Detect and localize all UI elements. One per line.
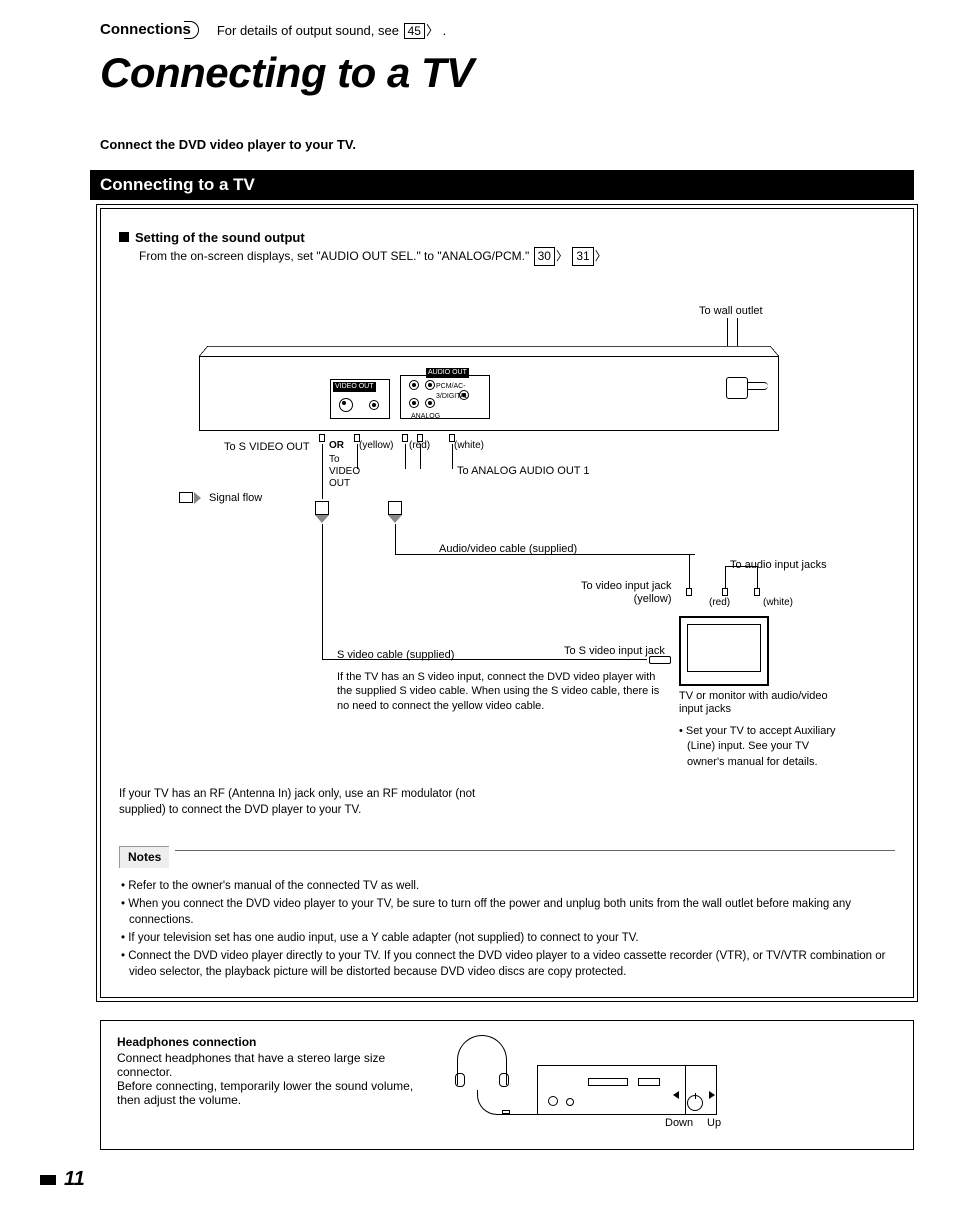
main-diagram-box: Setting of the sound output From the on-… bbox=[100, 208, 914, 998]
up-label: Up bbox=[707, 1117, 721, 1129]
page-ref-45: 45 bbox=[404, 23, 425, 39]
headphones-box: Headphones connection Connect headphones… bbox=[100, 1020, 914, 1150]
intro-text: Connect the DVD video player to your TV. bbox=[100, 137, 914, 152]
headphones-title: Headphones connection bbox=[117, 1035, 417, 1049]
setting-body: From the on-screen displays, set "AUDIO … bbox=[139, 247, 895, 266]
tv-caption: TV or monitor with audio/video input jac… bbox=[679, 690, 839, 716]
category-label-wrap: Connections bbox=[100, 21, 197, 39]
headphones-body1: Connect headphones that have a stereo la… bbox=[117, 1051, 417, 1079]
headphones-body2: Before connecting, temporarily lower the… bbox=[117, 1079, 417, 1107]
av-cable-label: Audio/video cable (supplied) bbox=[439, 542, 577, 557]
flow-arrow-down bbox=[315, 501, 329, 515]
video-in-plug bbox=[686, 588, 692, 596]
page-title: Connecting to a TV bbox=[100, 49, 914, 97]
signal-flow-arrow bbox=[179, 492, 193, 503]
category-label: Connections bbox=[100, 21, 197, 38]
to-video-jack-label: To video input jack (yellow) bbox=[581, 580, 672, 606]
detail-text: For details of output sound, see 45〉 . bbox=[217, 20, 446, 39]
rf-modulator-note: If your TV has an RF (Antenna In) jack o… bbox=[119, 786, 479, 818]
tv-monitor bbox=[679, 616, 769, 686]
video-jack bbox=[369, 400, 379, 410]
notes-heading: Notes bbox=[119, 846, 169, 868]
dvd-player-top bbox=[199, 346, 779, 356]
flow-arrow-down bbox=[388, 501, 402, 515]
setting-heading: Setting of the sound output bbox=[119, 229, 895, 247]
tv-setup-note: Set your TV to accept Auxiliary (Line) i… bbox=[679, 724, 849, 770]
header-row: Connections For details of output sound,… bbox=[100, 20, 914, 39]
headphones-diagram: Down Up bbox=[447, 1035, 897, 1135]
volume-knob-icon bbox=[687, 1095, 703, 1111]
to-analog-audio-label: To ANALOG AUDIO OUT 1 bbox=[457, 464, 589, 479]
s-video-jack bbox=[339, 398, 353, 412]
connection-diagram: To wall outlet VIDEO OUT AUDIO OUT PCM/A… bbox=[119, 296, 895, 766]
dvd-player-rear: VIDEO OUT AUDIO OUT PCM/AC-3/DIGITAL ANA… bbox=[199, 356, 779, 431]
note-item: Connect the DVD video player directly to… bbox=[119, 948, 895, 980]
s-cable-label: S video cable (supplied) bbox=[337, 648, 454, 663]
note-item: If your television set has one audio inp… bbox=[119, 930, 895, 946]
down-label: Down bbox=[665, 1117, 693, 1129]
note-item: When you connect the DVD video player to… bbox=[119, 896, 895, 928]
notes-list: Refer to the owner's manual of the conne… bbox=[119, 878, 895, 981]
svideo-out-label: To S VIDEO OUT bbox=[224, 440, 310, 455]
s-plug-tv bbox=[649, 656, 671, 664]
note-item: Refer to the owner's manual of the conne… bbox=[119, 878, 895, 894]
wall-outlet-label: To wall outlet bbox=[699, 304, 763, 319]
power-cord-exit bbox=[726, 377, 748, 399]
page-number: 11 bbox=[40, 1168, 914, 1191]
or-label: OR bbox=[329, 439, 344, 453]
signal-flow-label: Signal flow bbox=[209, 491, 262, 506]
to-audio-jacks-label: To audio input jacks bbox=[730, 558, 827, 573]
to-video-out-label: To VIDEO OUT bbox=[329, 454, 360, 490]
section-heading: Connecting to a TV bbox=[90, 170, 914, 200]
svideo-plug bbox=[319, 434, 325, 442]
s-video-instruction: If the TV has an S video input, connect … bbox=[337, 670, 667, 713]
